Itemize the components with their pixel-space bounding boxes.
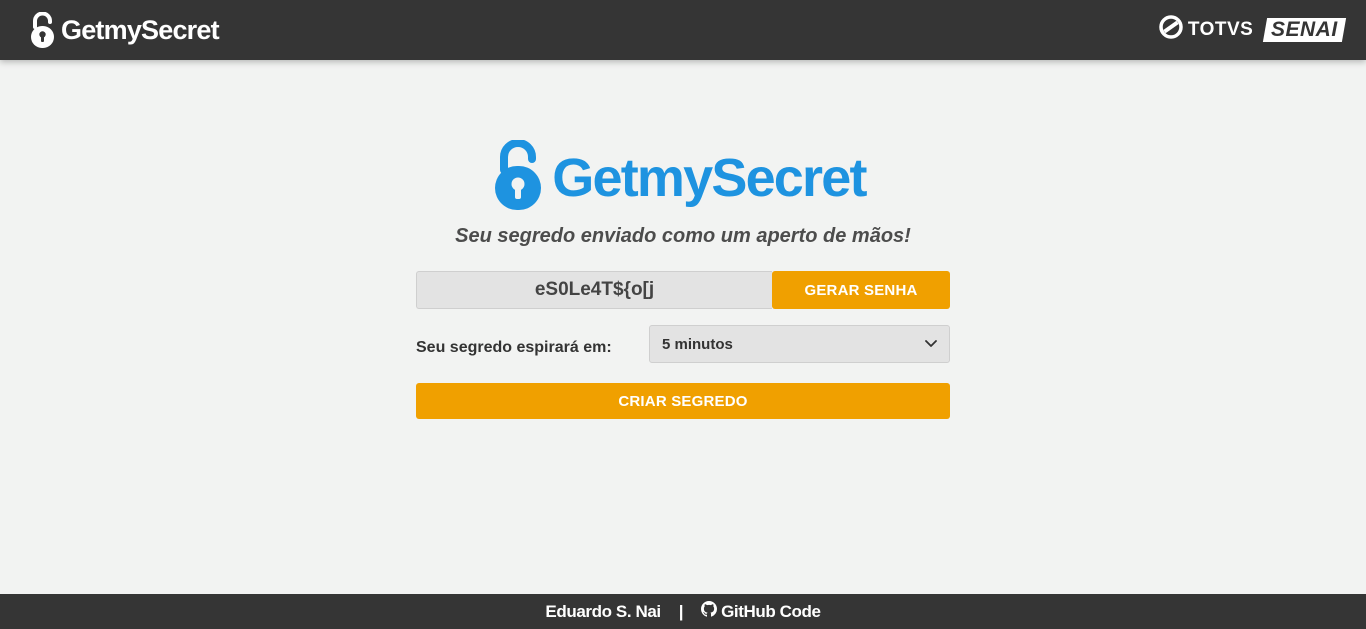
expiration-label: Seu segredo espirará em: xyxy=(416,339,612,356)
expiration-select[interactable]: 5 minutos xyxy=(649,325,950,363)
hero-logo: GetmySecret xyxy=(494,139,867,215)
github-link[interactable]: GitHub Code xyxy=(701,601,821,622)
github-icon xyxy=(701,601,718,622)
top-bar: GetmySecret TOTVS SENAI xyxy=(0,0,1366,60)
header-brand[interactable]: GetmySecret xyxy=(30,12,220,48)
partner-logos: TOTVS SENAI xyxy=(1159,15,1347,45)
senai-logo-text: SENAI xyxy=(1271,18,1338,41)
password-row: GERAR SENHA xyxy=(416,271,950,309)
expiration-row: Seu segredo espirará em: 5 minutos xyxy=(416,325,950,363)
hero: GetmySecret Seu segredo enviado como um … xyxy=(0,139,1366,248)
secret-form: GERAR SENHA Seu segredo espirará em: 5 m… xyxy=(416,271,950,419)
chevron-down-icon xyxy=(925,335,937,353)
header-brand-name: GetmySecret xyxy=(61,14,220,45)
totvs-logo-icon xyxy=(1159,15,1183,45)
tagline: Seu segredo enviado como um aperto de mã… xyxy=(455,225,911,247)
unlocked-padlock-icon xyxy=(494,139,542,215)
hero-brand-name: GetmySecret xyxy=(552,147,867,208)
senai-logo: SENAI xyxy=(1263,18,1347,42)
expiration-selected-value: 5 minutos xyxy=(662,335,733,353)
password-input[interactable] xyxy=(416,271,772,309)
create-secret-button[interactable]: CRIAR SEGREDO xyxy=(416,383,950,419)
github-link-label: GitHub Code xyxy=(721,601,821,621)
totvs-logo: TOTVS xyxy=(1159,15,1254,45)
footer-separator: | xyxy=(678,601,684,621)
author-link[interactable]: Eduardo S. Nai xyxy=(545,602,661,622)
footer: Eduardo S. Nai | GitHub Code xyxy=(0,594,1366,629)
totvs-logo-text: TOTVS xyxy=(1187,19,1254,40)
generate-password-button[interactable]: GERAR SENHA xyxy=(772,271,950,309)
unlocked-padlock-icon xyxy=(30,12,55,48)
